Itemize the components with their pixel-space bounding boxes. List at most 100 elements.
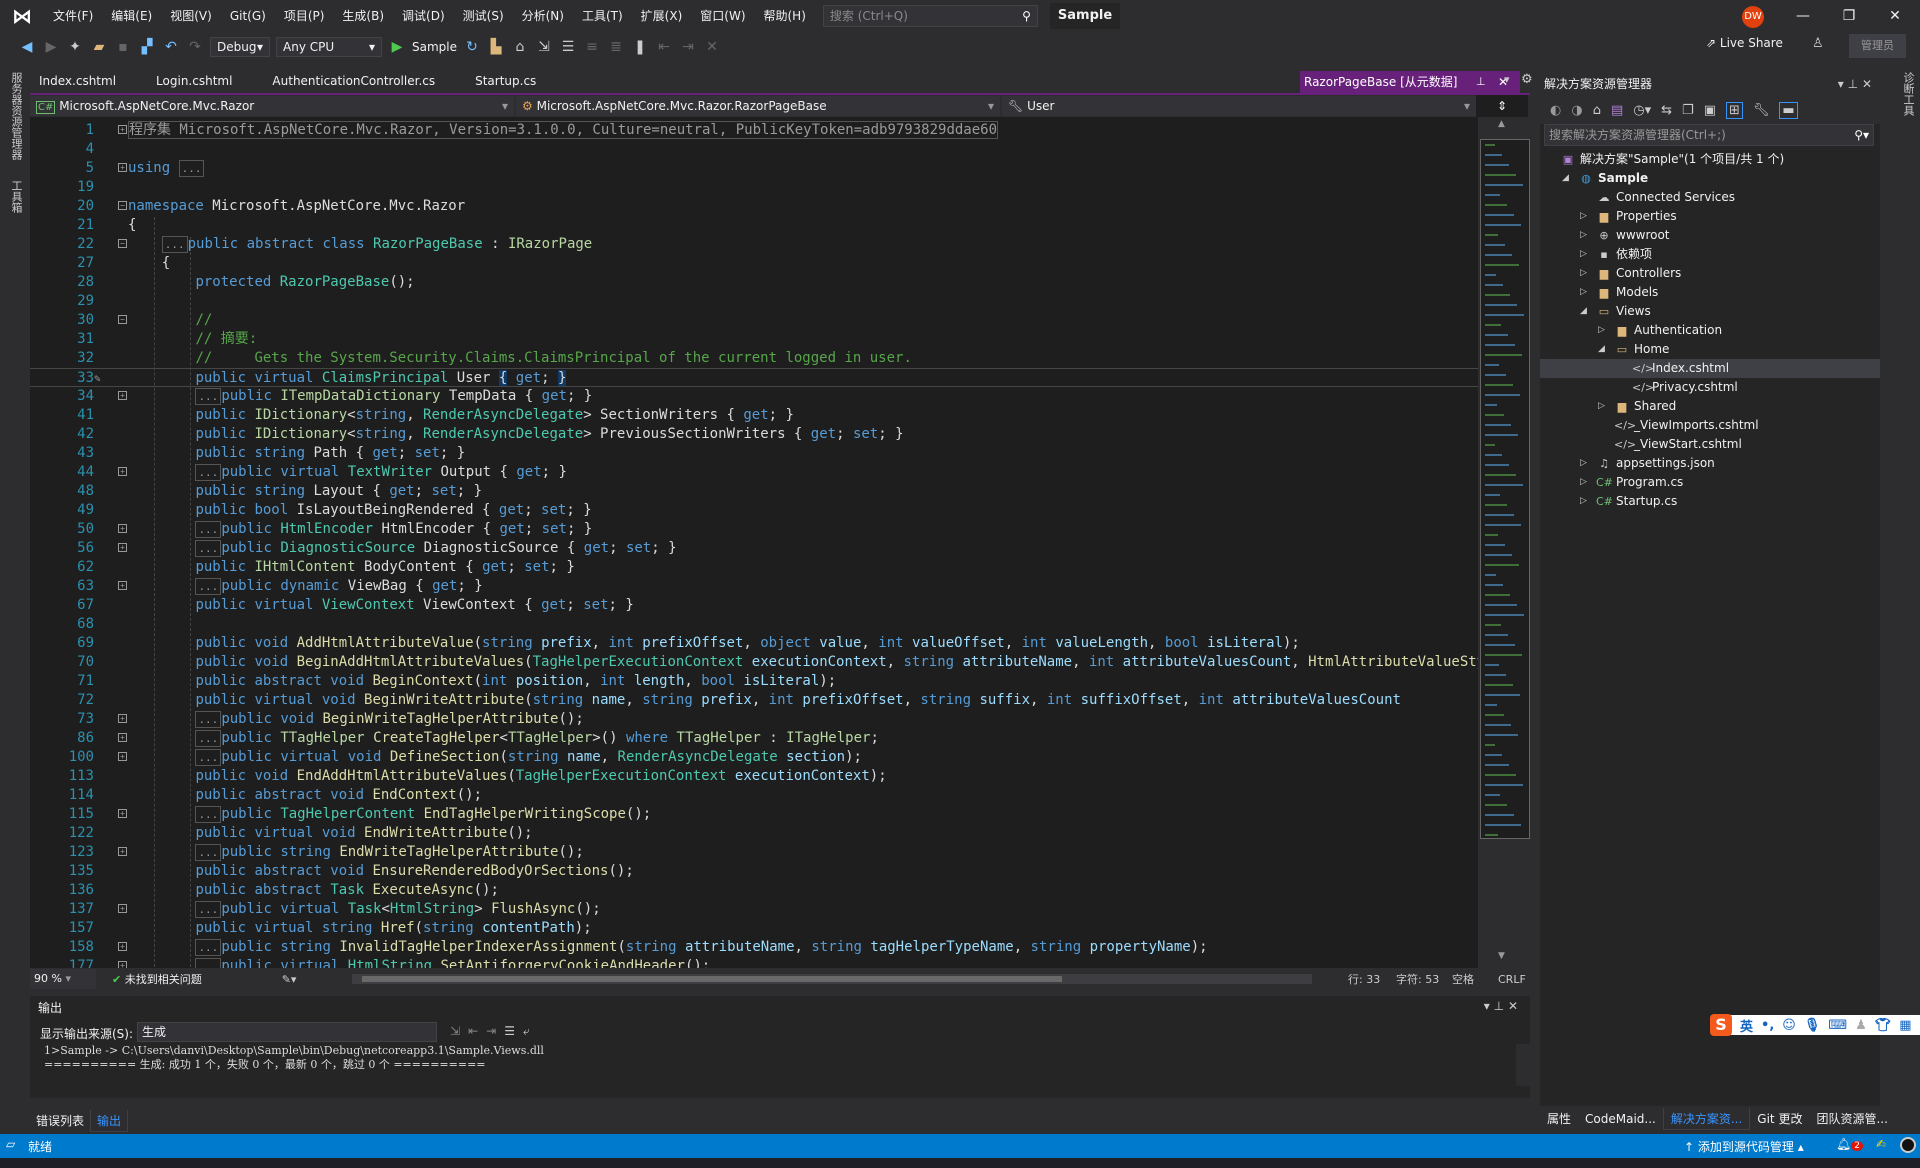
code-line[interactable]: 71 public abstract void BeginContext(int… — [30, 672, 1478, 691]
toolbox-tab[interactable]: 工具箱 — [8, 180, 24, 213]
menu-item[interactable]: 分析(N) — [513, 0, 573, 32]
code-line[interactable]: 29 — [30, 292, 1478, 311]
expand-icon[interactable]: + — [118, 391, 127, 400]
expand-icon[interactable]: + — [118, 125, 127, 134]
tree-item[interactable]: </> Index.cshtml — [1540, 359, 1880, 378]
server-explorer-tab[interactable]: 服务器资源管理器 — [8, 72, 24, 160]
code-line[interactable]: 1 + 程序集 Microsoft.AspNetCore.Mvc.Razor, Ve… — [30, 121, 1478, 140]
step-icon[interactable]: ⇲ — [535, 39, 553, 55]
menu-item[interactable]: Git(G) — [221, 0, 275, 32]
prev-bookmark-icon[interactable]: ⇤ — [655, 39, 673, 55]
solution-panel-tab[interactable]: 属性 — [1540, 1108, 1578, 1130]
tab-error-list[interactable]: 错误列表 — [30, 1110, 90, 1132]
tab-document[interactable]: Login.cshtml — [145, 70, 243, 92]
goto-error-icon[interactable]: ⇲ — [450, 1024, 468, 1038]
source-control-button[interactable]: ↑ 添加到源代码管理 ▴ — [1684, 1138, 1804, 1155]
configuration-dropdown[interactable]: Debug ▾ — [210, 37, 270, 57]
show-all-files-icon[interactable]: ▣ — [1704, 103, 1716, 118]
uncomment-icon[interactable]: ≣ — [607, 39, 625, 55]
expand-icon[interactable]: + — [118, 714, 127, 723]
menu-item[interactable]: 窗口(W) — [691, 0, 754, 32]
restore-button[interactable]: ❐ — [1826, 0, 1872, 32]
code-line[interactable]: 86 + ... public TTagHelper CreateTagHelper… — [30, 729, 1478, 748]
code-line[interactable]: 49 public bool IsLayoutBeingRendered { g… — [30, 501, 1478, 520]
code-line[interactable]: 113 public void EndAddHtmlAttributeValue… — [30, 767, 1478, 786]
tree-item[interactable]: ☁ Connected Services — [1540, 188, 1880, 207]
menu-item[interactable]: 帮助(H) — [755, 0, 815, 32]
tree-item[interactable]: ▷ ▪ 依赖项 — [1540, 245, 1880, 264]
expand-icon[interactable]: + — [118, 163, 127, 172]
split-editor-icon[interactable]: ⇕ — [1476, 95, 1528, 117]
user-icon[interactable]: ♟ — [1855, 1018, 1867, 1033]
tree-item[interactable]: ▷ ▆ Controllers — [1540, 264, 1880, 283]
expand-arrow-icon[interactable]: ▷ — [1580, 226, 1590, 245]
code-line[interactable]: 28 protected RazorPageBase(); — [30, 273, 1478, 292]
expand-icon[interactable]: + — [118, 809, 127, 818]
code-line[interactable]: 177 + ... public virtual HtmlString SetAnt… — [30, 957, 1478, 968]
tree-item[interactable]: </> Privacy.cshtml — [1540, 378, 1880, 397]
tree-item[interactable]: ▣ 解决方案"Sample"(1 个项目/共 1 个) — [1540, 150, 1880, 169]
outline-icon[interactable]: ☰ — [559, 39, 577, 55]
start-debug-icon[interactable]: ▶ — [388, 39, 406, 55]
expand-arrow-icon[interactable]: ▷ — [1580, 454, 1590, 473]
chevron-down-icon[interactable]: ▾ — [1838, 77, 1844, 91]
quick-action-icon[interactable]: ✎ — [94, 369, 101, 388]
code-line[interactable]: 4 — [30, 140, 1478, 159]
code-line[interactable]: 19 — [30, 178, 1478, 197]
minimize-button[interactable]: — — [1780, 0, 1826, 32]
output-source-dropdown[interactable]: 生成 — [137, 1022, 437, 1042]
code-editor[interactable]: 1 + 程序集 Microsoft.AspNetCore.Mvc.Razor, Ve… — [30, 117, 1478, 968]
code-line[interactable]: 22 − ... public abstract class RazorPageBa… — [30, 235, 1478, 254]
code-line[interactable]: 42 public IDictionary<string, RenderAsyn… — [30, 425, 1478, 444]
solution-panel-tab[interactable]: 解决方案资... — [1662, 1108, 1751, 1130]
code-line[interactable]: 158 + ... public string InvalidTagHelperIn… — [30, 938, 1478, 957]
tab-document[interactable]: Index.cshtml — [28, 70, 127, 92]
menu-item[interactable]: 文件(F) — [44, 0, 102, 32]
navigate-back-icon[interactable]: ◀ — [18, 39, 36, 55]
code-line[interactable]: 50 + ... public HtmlEncoder HtmlEncoder { … — [30, 520, 1478, 539]
chevron-down-icon[interactable]: ▾ — [1484, 999, 1490, 1013]
collapse-icon[interactable]: − — [118, 315, 127, 324]
code-cleanup-icon[interactable]: ✎▾ — [282, 973, 297, 986]
code-line[interactable]: 41 public IDictionary<string, RenderAsyn… — [30, 406, 1478, 425]
tree-item[interactable]: </> _ViewStart.cshtml — [1540, 435, 1880, 454]
navigate-forward-icon[interactable]: ▶ — [42, 39, 60, 55]
type-dropdown[interactable]: ⚙ Microsoft.AspNetCore.Mvc.Razor.RazorPa… — [516, 96, 1000, 116]
close-icon[interactable]: ✕ — [1508, 999, 1518, 1013]
pin-icon[interactable]: ⊥ — [1848, 77, 1858, 91]
line-ending[interactable]: CRLF — [1498, 973, 1526, 986]
browser-icon[interactable]: ⌂ — [511, 39, 529, 55]
menu-item[interactable]: 测试(S) — [454, 0, 513, 32]
expand-icon[interactable]: + — [118, 752, 127, 761]
sogou-logo-icon[interactable]: S — [1710, 1014, 1732, 1036]
emoji-icon[interactable]: ☺ — [1782, 1018, 1796, 1033]
code-line[interactable]: 68 — [30, 615, 1478, 634]
open-file-icon[interactable]: ▰ — [90, 39, 108, 55]
solution-panel-tab[interactable]: CodeMaid... — [1578, 1108, 1663, 1130]
scroll-down-icon[interactable]: ▼ — [1498, 951, 1505, 961]
ime-mode[interactable]: 英 — [1740, 1016, 1753, 1035]
back-icon[interactable]: ◐ — [1550, 103, 1561, 118]
solution-search-input[interactable]: 搜索解决方案资源管理器(Ctrl+;) ⚲▾ — [1544, 124, 1874, 146]
issues-indicator[interactable]: ✔ 未找到相关问题 — [112, 971, 202, 987]
project-dropdown[interactable]: C# Microsoft.AspNetCore.Mvc.Razor ▾ — [30, 96, 514, 116]
expand-icon[interactable]: + — [118, 942, 127, 951]
feedback-icon[interactable]: ♙ — [1812, 36, 1824, 51]
code-line[interactable]: 67 public virtual ViewContext ViewContex… — [30, 596, 1478, 615]
tree-item[interactable]: ▷ ▆ Shared — [1540, 397, 1880, 416]
avatar[interactable]: DW — [1742, 6, 1764, 28]
expand-arrow-icon[interactable]: ▷ — [1580, 283, 1590, 302]
menu-item[interactable]: 编辑(E) — [102, 0, 161, 32]
close-icon[interactable]: ✕ — [1862, 77, 1872, 91]
solution-panel-tab[interactable]: Git 更改 — [1750, 1108, 1809, 1130]
expand-arrow-icon[interactable]: ▷ — [1598, 397, 1608, 416]
tree-item[interactable]: ◢ ▭ Views — [1540, 302, 1880, 321]
output-vertical-scrollbar[interactable] — [1516, 1044, 1530, 1086]
account-status-icon[interactable] — [1900, 1137, 1916, 1153]
tree-item[interactable]: ◢ ▭ Home — [1540, 340, 1880, 359]
live-share-button[interactable]: ⇗ Live Share — [1706, 36, 1783, 50]
grid-menu-icon[interactable]: ▦ — [1899, 1018, 1911, 1033]
preview-selected-icon[interactable]: ⊞ — [1725, 101, 1743, 119]
menu-item[interactable]: 视图(V) — [161, 0, 221, 32]
expand-arrow-icon[interactable]: ▷ — [1580, 264, 1590, 283]
